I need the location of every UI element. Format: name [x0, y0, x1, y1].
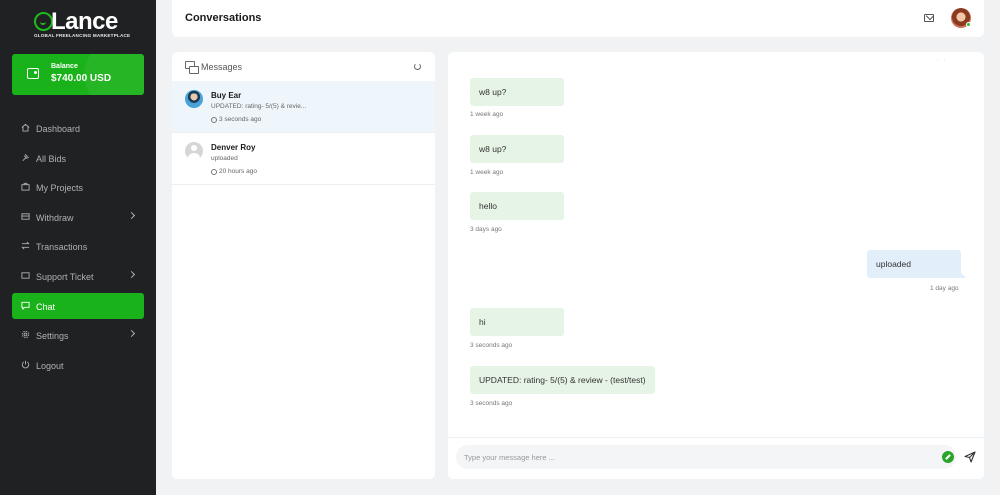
- sidebar-item-label: Support Ticket: [36, 271, 94, 282]
- message-bubble-received: hi: [470, 308, 564, 336]
- sidebar-item-withdraw[interactable]: Withdraw: [12, 204, 144, 230]
- sidebar-item-dashboard[interactable]: Dashboard: [12, 115, 144, 141]
- clock-icon: [211, 169, 217, 175]
- chevron-right-icon: [127, 211, 136, 219]
- chat-icon: [21, 301, 30, 310]
- messages-title: Messages: [201, 62, 243, 72]
- transfer-icon: [21, 241, 30, 250]
- avatar: [185, 90, 203, 108]
- sidebar-item-label: Transactions: [36, 242, 88, 253]
- message-bubble-received: UPDATED: rating- 5/(5) & review - (test/…: [470, 366, 655, 394]
- conversation-item[interactable]: Denver Roy uploaded 20 hours ago: [172, 133, 435, 185]
- sidebar-item-logout[interactable]: Logout: [12, 352, 144, 378]
- wallet-icon: [27, 68, 39, 79]
- sidebar-item-transactions[interactable]: Transactions: [12, 233, 144, 259]
- messages-panel: Messages Buy Ear UPDATED: rating- 5/(5) …: [172, 52, 435, 479]
- message-time: 3 days ago: [470, 226, 502, 233]
- avatar: [185, 142, 203, 160]
- attachment-icon[interactable]: [942, 451, 954, 463]
- message-time: 1 day ago: [930, 285, 959, 292]
- chat-panel[interactable]: ˙˙ w8 up? 1 week ago w8 up? 1 week ago h…: [448, 52, 984, 479]
- ticket-icon: [21, 272, 30, 279]
- sidebar-item-label: Withdraw: [36, 212, 74, 223]
- message-time: 3 seconds ago: [470, 400, 513, 407]
- message-bubble-sent: uploaded: [867, 250, 966, 278]
- messages-panel-header: Messages: [172, 52, 435, 80]
- logout-icon: [21, 360, 30, 369]
- gear-icon: [21, 330, 30, 339]
- sidebar-item-label: Settings: [36, 331, 69, 342]
- sidebar-item-label: Chat: [36, 301, 56, 312]
- conversation-item[interactable]: Buy Ear UPDATED: rating- 5/(5) & revie..…: [172, 81, 435, 133]
- brand-tagline: GLOBAL FREELANCING MARKETPLACE: [34, 33, 131, 38]
- sidebar-item-label: My Projects: [36, 183, 84, 194]
- sidebar-item-label: Dashboard: [36, 124, 81, 134]
- refresh-icon[interactable]: [414, 63, 421, 70]
- message-bubble-received: hello: [470, 192, 564, 220]
- brand-logo[interactable]: Lance GLOBAL FREELANCING MARKETPLACE: [34, 8, 130, 41]
- conversation-name: Buy Ear: [211, 91, 242, 100]
- messages-icon: [185, 61, 199, 74]
- sidebar-item-label: All Bids: [36, 153, 67, 164]
- withdraw-icon: [21, 213, 30, 220]
- message-bubble-received: w8 up?: [470, 78, 564, 106]
- divider: [448, 437, 984, 438]
- conversation-preview: UPDATED: rating- 5/(5) & revie...: [211, 103, 307, 110]
- briefcase-icon: [21, 183, 30, 191]
- clock-icon: [211, 117, 217, 123]
- message-time: 1 week ago: [470, 169, 504, 176]
- message-bubble-received: w8 up?: [470, 135, 564, 163]
- message-time: 1 week ago: [470, 111, 504, 118]
- message-time: 3 seconds ago: [470, 342, 513, 349]
- scroll-indicator-icon: ˙˙: [937, 60, 951, 66]
- balance-value: $740.00 USD: [51, 73, 112, 84]
- page-title: Conversations: [185, 12, 262, 24]
- home-icon: [21, 123, 30, 132]
- sidebar-item-my-projects[interactable]: My Projects: [12, 174, 144, 200]
- sidebar-nav: Dashboard All Bids My Projects Withdraw …: [12, 115, 144, 381]
- sidebar-item-label: Logout: [36, 360, 64, 371]
- gavel-icon: [22, 153, 29, 161]
- message-input[interactable]: [464, 450, 934, 464]
- conversation-time: 20 hours ago: [219, 168, 257, 175]
- online-status-dot: [966, 22, 971, 27]
- mail-icon[interactable]: [924, 14, 934, 22]
- sidebar-item-support-ticket[interactable]: Support Ticket: [12, 263, 144, 289]
- sidebar-item-chat[interactable]: Chat: [12, 292, 144, 319]
- brand-name: Lance: [51, 8, 118, 35]
- sidebar: Lance GLOBAL FREELANCING MARKETPLACE Bal…: [0, 0, 156, 495]
- chevron-right-icon: [127, 270, 136, 279]
- conversation-name: Denver Roy: [211, 143, 256, 152]
- sidebar-item-settings[interactable]: Settings: [12, 322, 144, 348]
- conversation-preview: uploaded: [211, 155, 238, 162]
- message-input-wrapper: [456, 445, 956, 469]
- chevron-right-icon: [127, 330, 136, 338]
- balance-label: Balance: [51, 63, 78, 70]
- page-header: Conversations: [172, 0, 984, 37]
- conversation-time: 3 seconds ago: [219, 116, 262, 123]
- balance-card: Balance $740.00 USD: [12, 54, 144, 95]
- sidebar-item-all-bids[interactable]: All Bids: [12, 145, 144, 171]
- send-icon[interactable]: [964, 451, 976, 463]
